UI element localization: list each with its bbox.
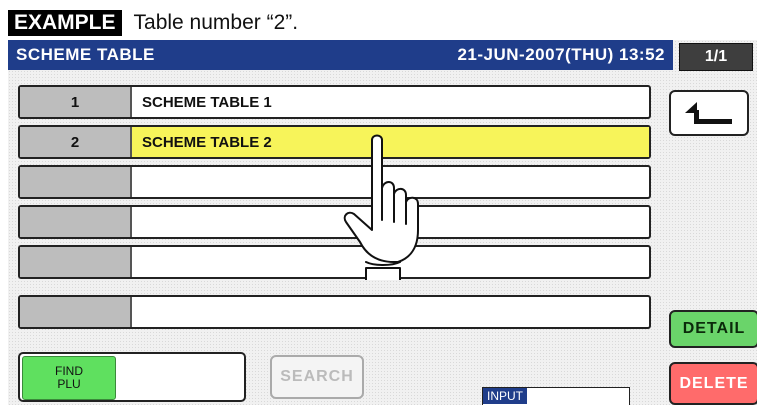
row-number — [20, 167, 132, 197]
example-caption: EXAMPLE Table number “2”. — [8, 8, 298, 38]
row-number — [20, 297, 132, 327]
detail-button[interactable]: DETAIL — [669, 310, 757, 348]
page-indicator: 1/1 — [679, 43, 753, 71]
row-name — [132, 297, 649, 327]
row-number: 2 — [20, 127, 132, 157]
search-button[interactable]: SEARCH — [270, 355, 364, 399]
scale-screen: SCHEME TABLE 21-JUN-2007(THU) 13:52 1/1 … — [8, 40, 757, 405]
table-row[interactable] — [18, 245, 651, 279]
input-label: INPUT — [483, 388, 527, 404]
table-row[interactable] — [18, 295, 651, 329]
date-time: 21-JUN-2007(THU) 13:52 — [457, 45, 665, 64]
table-row-selected[interactable]: 2 SCHEME TABLE 2 — [18, 125, 651, 159]
table-row[interactable] — [18, 165, 651, 199]
title-bar: SCHEME TABLE 21-JUN-2007(THU) 13:52 — [8, 40, 673, 70]
row-number — [20, 207, 132, 237]
back-arrow-icon — [685, 102, 732, 124]
find-plu-button[interactable]: FIND PLU — [22, 356, 116, 400]
row-number: 1 — [20, 87, 132, 117]
example-text: Table number “2”. — [133, 11, 299, 34]
back-button[interactable] — [669, 90, 749, 136]
table-row[interactable] — [18, 205, 651, 239]
screen-title: SCHEME TABLE — [16, 45, 155, 64]
find-plu-field[interactable]: FIND PLU — [18, 352, 246, 402]
pointing-hand-icon — [343, 134, 419, 280]
table-row[interactable]: 1 SCHEME TABLE 1 — [18, 85, 651, 119]
row-number — [20, 247, 132, 277]
input-field[interactable]: INPUT — [482, 387, 630, 405]
example-tag: EXAMPLE — [8, 10, 122, 36]
delete-button[interactable]: DELETE — [669, 362, 757, 405]
row-name: SCHEME TABLE 1 — [142, 93, 272, 111]
